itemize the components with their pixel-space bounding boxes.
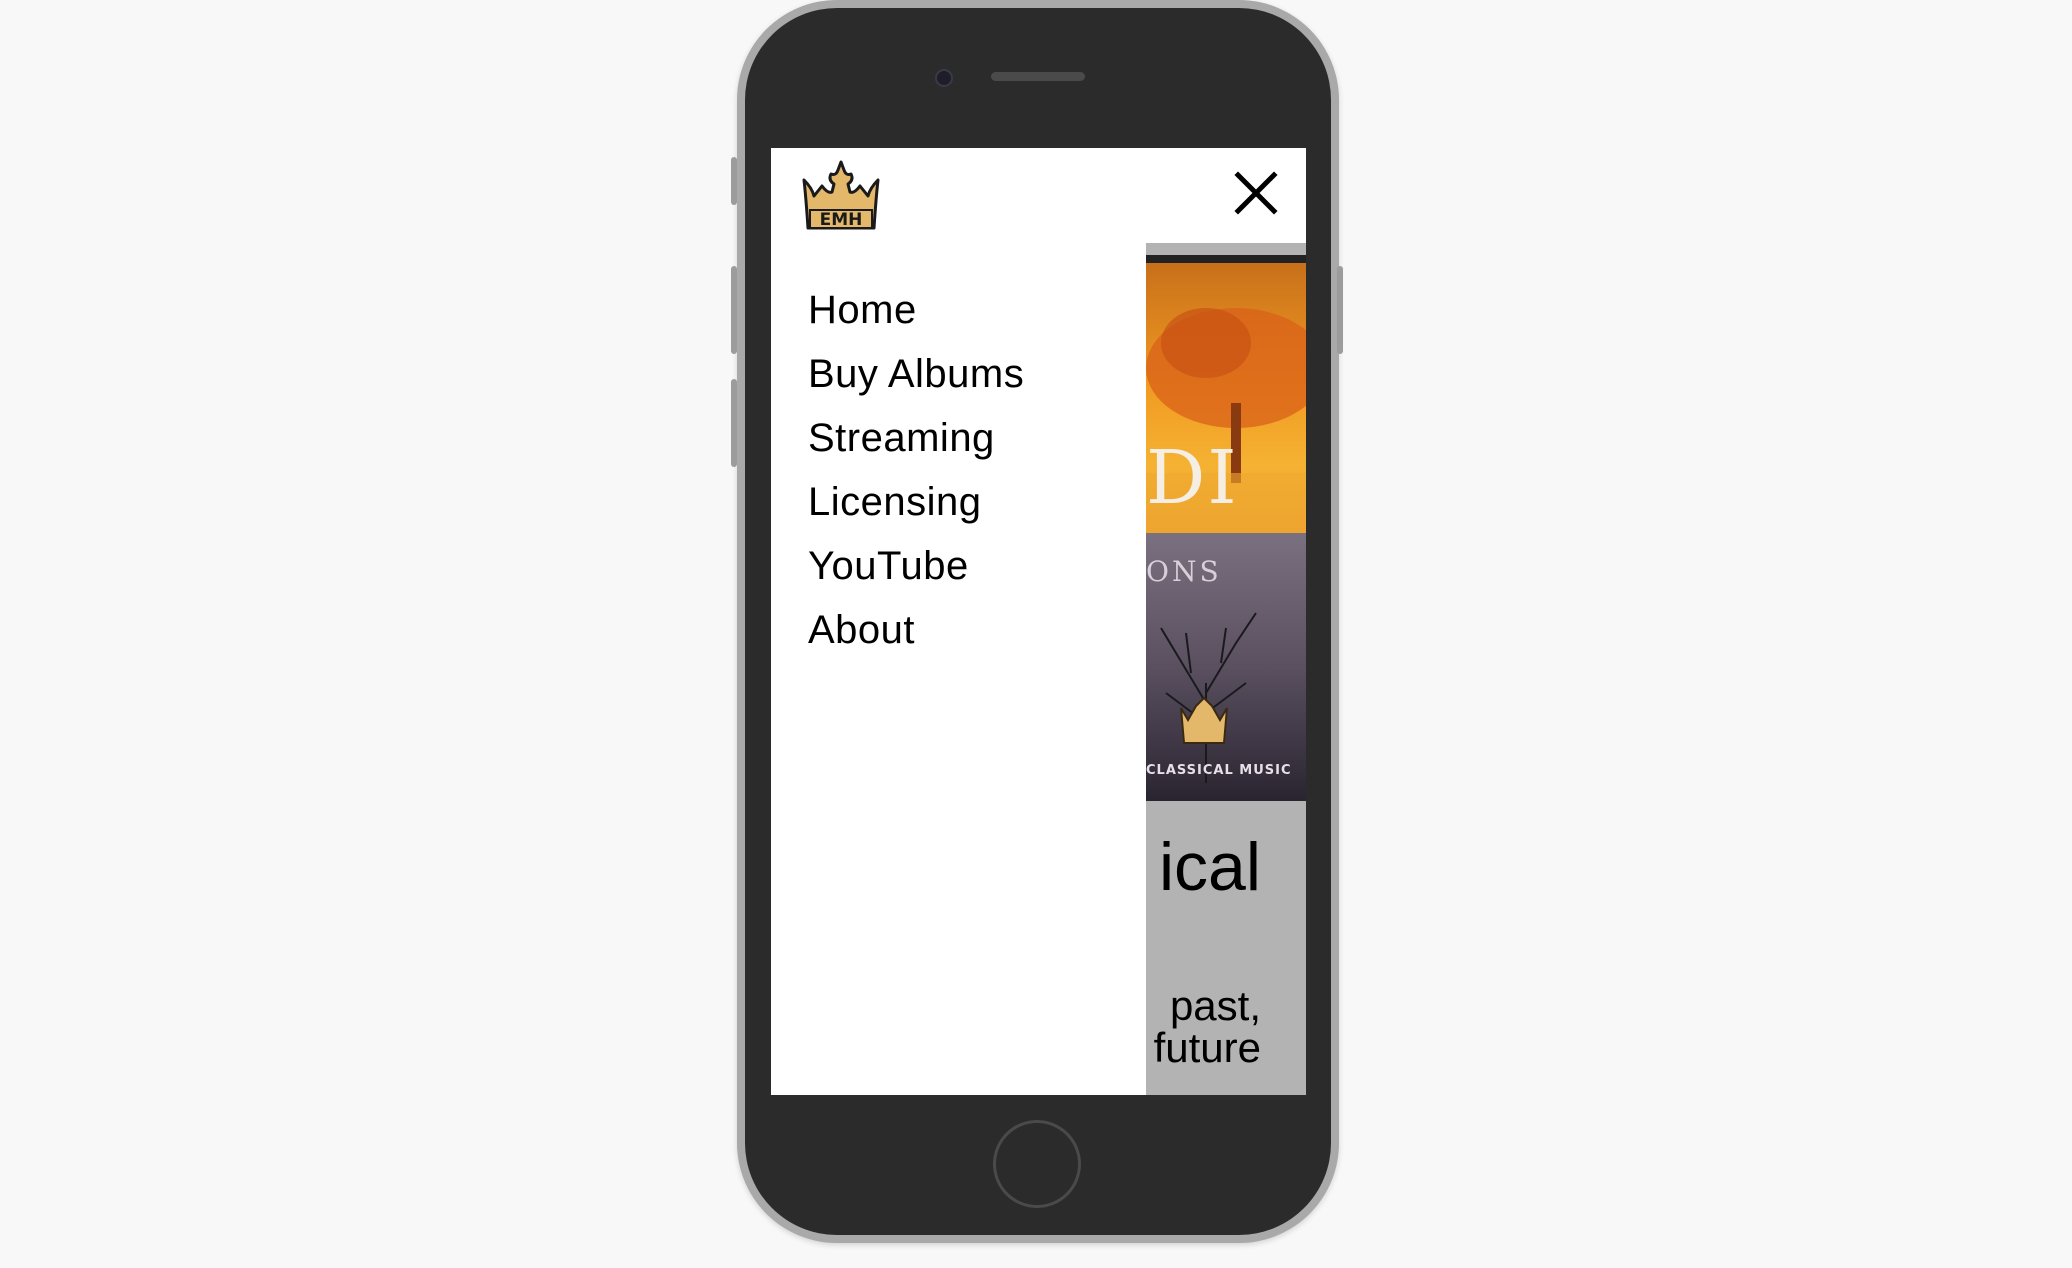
nav-item-about[interactable]: About <box>808 598 1024 662</box>
close-icon <box>1234 171 1278 215</box>
crown-logo-icon: EMH <box>802 160 880 230</box>
album-footer-text: CLASSICAL MUSIC <box>1146 763 1292 778</box>
emh-logo-small <box>1180 696 1228 744</box>
phone-screen: DI ONS CLASSICAL MUSIC ical past, future <box>771 148 1306 1095</box>
volume-up-button <box>731 266 737 354</box>
close-menu-button[interactable] <box>1231 168 1281 218</box>
background-text-line-1: past, <box>1169 982 1261 1029</box>
nav-item-streaming[interactable]: Streaming <box>808 406 1024 470</box>
background-text-line-2: future <box>1153 1024 1261 1071</box>
header-bar: EMH <box>771 148 1306 243</box>
nav-item-youtube[interactable]: YouTube <box>808 534 1024 598</box>
emh-crown-logo[interactable]: EMH <box>798 158 884 234</box>
nav-drawer: Home Buy Albums Streaming Licensing YouT… <box>771 243 1146 1095</box>
mute-switch <box>731 157 737 205</box>
volume-down-button <box>731 379 737 467</box>
earpiece-speaker <box>991 72 1085 81</box>
main-nav: Home Buy Albums Streaming Licensing YouT… <box>808 278 1024 662</box>
album-subtitle: ONS <box>1146 555 1222 588</box>
nav-item-buy-albums[interactable]: Buy Albums <box>808 342 1024 406</box>
nav-item-licensing[interactable]: Licensing <box>808 470 1024 534</box>
album-cover[interactable]: DI ONS CLASSICAL MUSIC <box>1146 255 1306 801</box>
background-heading: ical <box>1158 829 1261 905</box>
logo-letters: EMH <box>820 210 863 230</box>
nav-item-home[interactable]: Home <box>808 278 1024 342</box>
album-title: DI <box>1146 435 1239 521</box>
power-button <box>1337 266 1343 354</box>
front-camera <box>935 69 953 87</box>
home-button[interactable] <box>993 1120 1081 1208</box>
background-text: past, future <box>1154 985 1261 1069</box>
background-page: DI ONS CLASSICAL MUSIC ical past, future <box>1146 243 1306 1095</box>
